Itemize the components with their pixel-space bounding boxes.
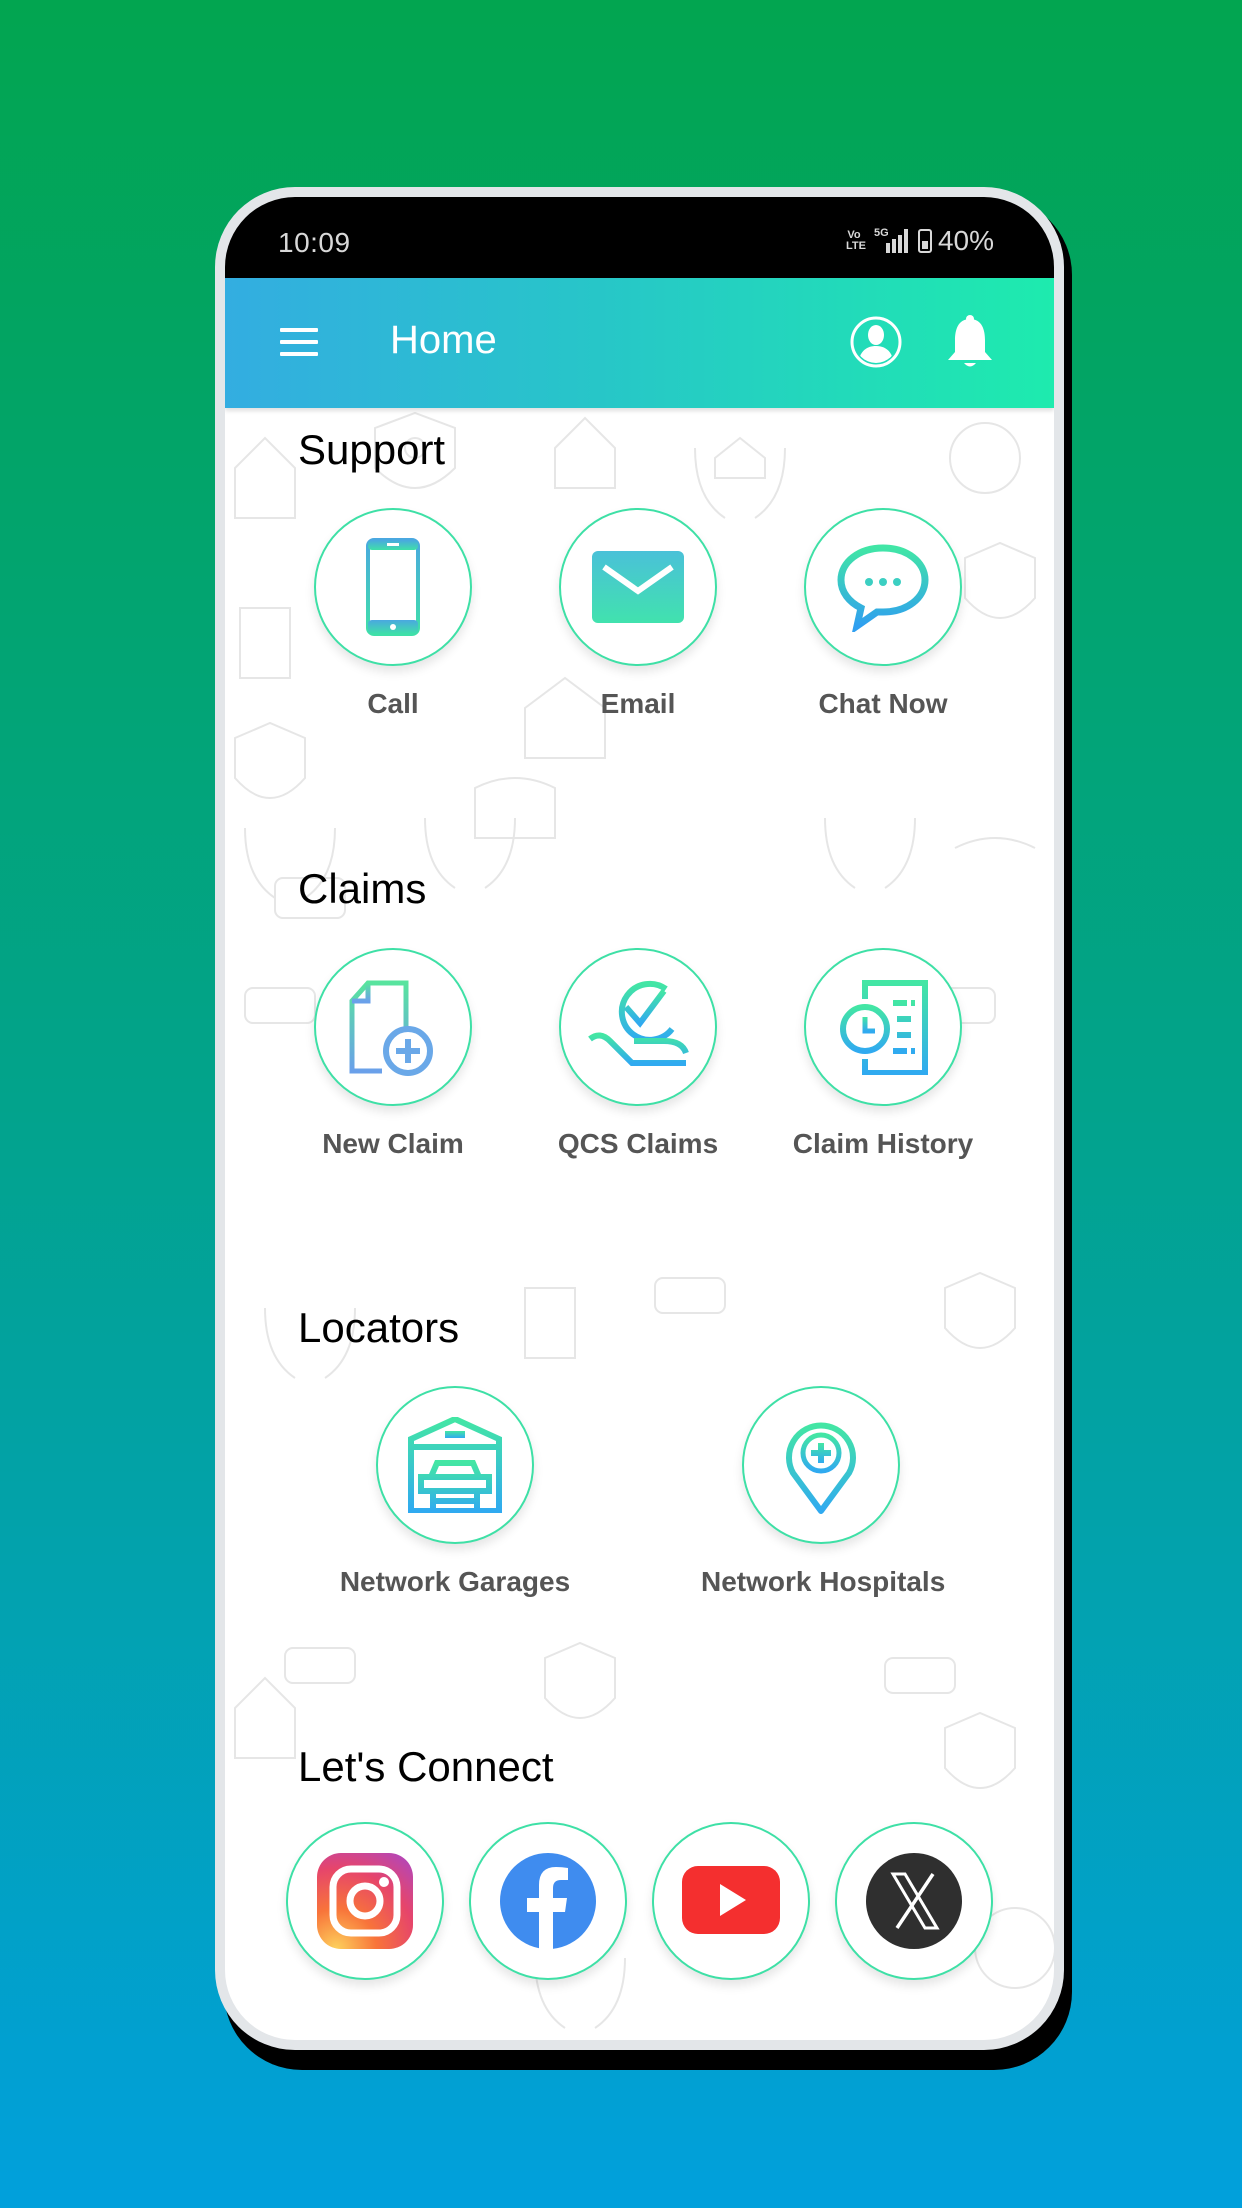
instagram-button[interactable]: [286, 1822, 444, 1980]
facebook-button[interactable]: [469, 1822, 627, 1980]
x-twitter-icon: [866, 1853, 962, 1949]
home-content: Support Call Email Chat Now Claims New C…: [225, 408, 1054, 2040]
status-icons: Vo LTE 5G 40%: [846, 225, 994, 257]
battery-icon: [917, 229, 932, 253]
phone-screen: 10:09 Vo LTE 5G 40% Home Support Call Em…: [225, 197, 1054, 2040]
status-bar: 10:09 Vo LTE 5G 40%: [225, 197, 1054, 278]
x-button[interactable]: [835, 1822, 993, 1980]
tile-label: Call: [367, 688, 419, 719]
tile-label: QCS Claims: [557, 1128, 719, 1159]
document-add-icon: [349, 980, 433, 1076]
youtube-button[interactable]: [652, 1822, 810, 1980]
section-title-lets-connect: Let's Connect: [298, 1743, 554, 1790]
network-type-label: 5G: [873, 227, 889, 239]
facebook-icon: [500, 1853, 596, 1950]
volte-icon: Vo LTE: [845, 229, 866, 252]
instagram-icon: [317, 1853, 413, 1949]
hospital-pin-icon: [786, 1422, 856, 1514]
tile-label: Email: [600, 688, 676, 719]
tile-label: Network Hospitals: [701, 1566, 946, 1597]
tile-label: Network Garages: [339, 1566, 571, 1597]
page-title: Home: [390, 318, 497, 362]
section-title-support: Support: [298, 426, 446, 473]
support-email-button[interactable]: Email: [518, 508, 758, 720]
hamburger-menu-icon[interactable]: [280, 328, 318, 356]
support-call-button[interactable]: Call: [273, 508, 513, 720]
section-title-claims: Claims: [298, 865, 427, 912]
document-clock-icon: [840, 980, 928, 1075]
hand-check-icon: [588, 980, 689, 1066]
claims-history-button[interactable]: Claim History: [763, 948, 1003, 1160]
claims-qcs-claims-button[interactable]: QCS Claims: [518, 948, 758, 1160]
tile-label: Claim History: [792, 1128, 974, 1159]
battery-percent: 40%: [937, 225, 994, 256]
tile-label: Chat Now: [818, 688, 948, 719]
locators-network-hospitals-button[interactable]: Network Hospitals: [701, 1386, 946, 1598]
support-chat-button[interactable]: Chat Now: [763, 508, 1003, 720]
youtube-icon: [682, 1866, 780, 1934]
signal-icon: 5G: [873, 227, 908, 253]
status-time: 10:09: [278, 227, 351, 258]
section-title-locators: Locators: [298, 1304, 460, 1351]
user-profile-icon[interactable]: [850, 316, 902, 368]
locators-network-garages-button[interactable]: Network Garages: [335, 1386, 575, 1598]
bell-icon[interactable]: [945, 314, 995, 370]
app-bar: Home: [225, 278, 1054, 408]
phone-icon: [366, 538, 420, 636]
chat-bubble-icon: [837, 544, 929, 632]
garage-car-icon: [408, 1417, 502, 1513]
tile-label: New Claim: [322, 1128, 464, 1159]
envelope-icon: [592, 551, 684, 623]
claims-new-claim-button[interactable]: New Claim: [273, 948, 513, 1160]
